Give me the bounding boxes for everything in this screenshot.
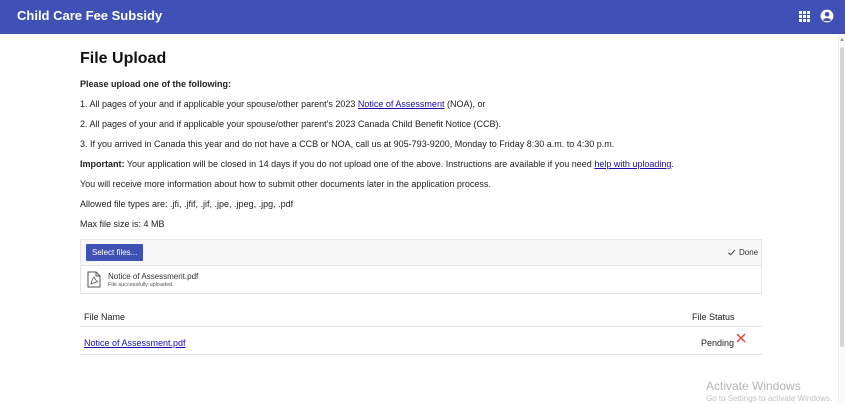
upload-status-label: Done xyxy=(739,248,759,257)
file-name-link[interactable]: Notice of Assessment.pdf xyxy=(84,338,186,348)
column-header-file-status: File Status xyxy=(692,312,735,322)
upload-status: Done xyxy=(727,248,758,257)
important-text: Your application will be closed in 14 da… xyxy=(124,159,595,169)
upload-toolbar: Select files... Done xyxy=(81,240,761,266)
pdf-file-icon xyxy=(87,271,101,288)
activate-windows-subtitle: Go to Settings to activate Windows. xyxy=(706,394,833,403)
table-divider xyxy=(80,326,762,327)
notice-of-assessment-link[interactable]: Notice of Assessment xyxy=(358,99,445,109)
account-circle-icon[interactable] xyxy=(820,9,834,23)
upload-intro: Please upload one of the following: xyxy=(80,79,232,89)
upload-panel: Select files... Done Notice of Assessmen… xyxy=(80,239,762,294)
important-end: . xyxy=(671,159,674,169)
list-item-noa-text: 1. All pages of your and if applicable y… xyxy=(80,99,358,109)
check-icon xyxy=(727,249,736,256)
app-title: Child Care Fee Subsidy xyxy=(17,8,163,23)
help-with-uploading-link[interactable]: help with uploading xyxy=(594,159,671,169)
table-divider xyxy=(80,354,762,355)
list-item-noa-suffix: (NOA), or xyxy=(444,99,486,109)
upload-success-message: File successfully uploaded. xyxy=(108,282,174,288)
file-status-badge: Pending xyxy=(701,338,735,348)
allowed-file-types: Allowed file types are: .jfi, .jfif, .ji… xyxy=(80,199,294,209)
max-file-size: Max file size is: 4 MB xyxy=(80,219,165,229)
apps-grid-icon[interactable] xyxy=(799,11,810,22)
list-item-call: 3. If you arrived in Canada this year an… xyxy=(80,139,615,149)
scroll-up-arrow-icon[interactable]: ▲ xyxy=(839,37,845,43)
important-notice: Important: Your application will be clos… xyxy=(80,159,674,169)
app-bar: Child Care Fee Subsidy xyxy=(0,0,845,34)
remove-x-icon[interactable] xyxy=(736,333,746,343)
select-files-button[interactable]: Select files... xyxy=(86,244,144,261)
important-label: Important: xyxy=(80,159,125,169)
uploaded-file-name: Notice of Assessment.pdf xyxy=(108,272,199,281)
scrollbar-thumb[interactable] xyxy=(840,47,844,347)
more-info-text: You will receive more information about … xyxy=(80,179,491,189)
page-title: File Upload xyxy=(80,50,167,67)
list-item-noa: 1. All pages of your and if applicable y… xyxy=(80,99,485,109)
activate-windows-title: Activate Windows xyxy=(706,379,801,393)
column-header-file-name: File Name xyxy=(84,312,126,322)
list-item-ccb: 2. All pages of your and if applicable y… xyxy=(80,119,501,129)
